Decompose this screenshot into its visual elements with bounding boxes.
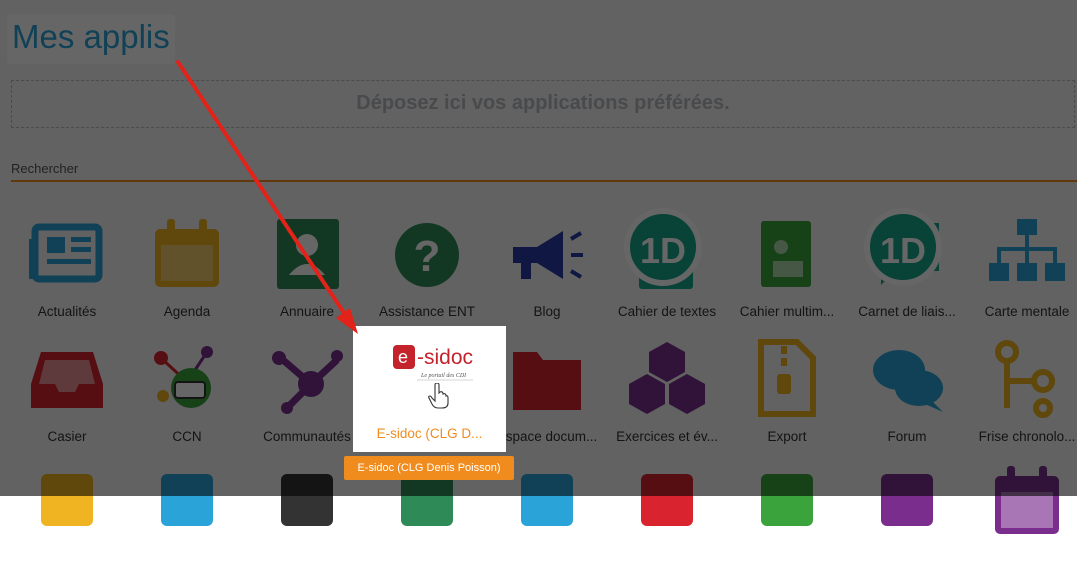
- app-tile[interactable]: Forum: [847, 333, 967, 458]
- share-nodes-icon: [267, 338, 347, 418]
- search-input[interactable]: [11, 158, 611, 178]
- frame-icon: [627, 460, 707, 540]
- app-tile[interactable]: [847, 455, 967, 580]
- app-label: Frise chronolo...: [978, 429, 1076, 444]
- app-tile[interactable]: ? Assistance ENT: [367, 208, 487, 333]
- cart-icon: [867, 460, 947, 540]
- app-tile[interactable]: Exercices et év...: [607, 333, 727, 458]
- graduation-icon: [267, 460, 347, 540]
- app-tile[interactable]: [967, 455, 1077, 580]
- app-tile[interactable]: Communautés: [247, 333, 367, 458]
- app-label: Communautés: [263, 429, 351, 444]
- esidoc-logo: e -sidoc Le portail des CDI: [391, 341, 479, 386]
- notebook-icon: 1D: [624, 208, 707, 293]
- app-page: Mes applis Déposez ici vos applications …: [0, 0, 1077, 534]
- calendar-icon: [147, 213, 227, 293]
- app-label: Agenda: [163, 304, 211, 319]
- app-label: Casier: [47, 429, 87, 444]
- svg-text:-sidoc: -sidoc: [417, 346, 473, 369]
- help-circle-icon: ?: [387, 213, 467, 293]
- svg-text:Le portail des CDI: Le portail des CDI: [420, 373, 467, 379]
- esidoc-app-label: E-sidoc (CLG D...: [376, 426, 483, 441]
- app-tile[interactable]: Frise chronolo...: [967, 333, 1077, 458]
- search-bar: [11, 156, 1077, 182]
- app-label: Cahier de textes: [617, 304, 717, 319]
- app-tile[interactable]: CCN: [127, 333, 247, 458]
- tools-icon: [507, 460, 587, 540]
- app-label: Exercices et év...: [616, 429, 718, 444]
- contact-book-icon: [267, 213, 347, 293]
- app-label: CCN: [172, 429, 202, 444]
- app-tile[interactable]: Export: [727, 333, 847, 458]
- org-chart-icon: [987, 213, 1067, 293]
- app-label: Assistance ENT: [378, 304, 476, 319]
- app-label: Forum: [887, 429, 927, 444]
- image-icon: [147, 460, 227, 540]
- chat-bubbles-icon: [867, 338, 947, 418]
- app-label: Carte mentale: [984, 304, 1070, 319]
- favorites-dropzone[interactable]: Déposez ici vos applications préférées.: [11, 80, 1075, 128]
- level-badge-icon: 1D: [863, 207, 942, 286]
- multimedia-notebook-icon: [747, 213, 827, 293]
- inbox-tray-icon: [27, 338, 107, 418]
- calendar-icon: [987, 460, 1067, 540]
- svg-text:e: e: [398, 347, 408, 367]
- app-tile[interactable]: [127, 455, 247, 580]
- dropzone-text: Déposez ici vos applications préférées.: [356, 92, 730, 114]
- app-tile[interactable]: Carte mentale: [967, 208, 1077, 333]
- app-tile[interactable]: Agenda: [127, 208, 247, 333]
- svg-text:?: ?: [414, 232, 441, 281]
- app-tile[interactable]: 1D Cahier de textes: [607, 208, 727, 333]
- app-tile[interactable]: Blog: [487, 208, 607, 333]
- app-label: Carnet de liais...: [858, 304, 956, 319]
- app-tile[interactable]: Casier: [7, 333, 127, 458]
- svg-text:1D: 1D: [880, 230, 926, 271]
- folder-icon: [507, 338, 587, 418]
- esidoc-tooltip: E-sidoc (CLG Denis Poisson): [344, 456, 514, 480]
- zip-file-icon: [747, 338, 827, 418]
- svg-text:1D: 1D: [640, 230, 686, 271]
- app-tile[interactable]: [7, 455, 127, 580]
- app-label: Annuaire: [279, 304, 335, 319]
- app-label: Cahier multim...: [739, 304, 835, 319]
- megaphone-icon: [507, 213, 587, 293]
- cubes-icon: [627, 338, 707, 418]
- level-badge-icon: 1D: [623, 207, 702, 286]
- app-label: Blog: [533, 304, 561, 319]
- app-tile[interactable]: Annuaire: [247, 208, 367, 333]
- app-tile[interactable]: Actualités: [7, 208, 127, 333]
- app-tile[interactable]: Cahier multim...: [727, 208, 847, 333]
- hand-cursor-icon: [428, 382, 450, 409]
- app-label: Export: [767, 429, 807, 444]
- page-title: Mes applis: [12, 18, 170, 55]
- ccn-network-icon: [147, 338, 227, 418]
- app-tile[interactable]: [727, 455, 847, 580]
- newspaper-icon: [27, 213, 107, 293]
- app-tile[interactable]: 1D Carnet de liais...: [847, 208, 967, 333]
- app-label: Actualités: [37, 304, 97, 319]
- timeline-icon: [987, 338, 1067, 418]
- app-tile[interactable]: [607, 455, 727, 580]
- chat-note-icon: 1D: [864, 208, 947, 293]
- music-notebook-icon: [747, 460, 827, 540]
- mail-icon: [27, 460, 107, 540]
